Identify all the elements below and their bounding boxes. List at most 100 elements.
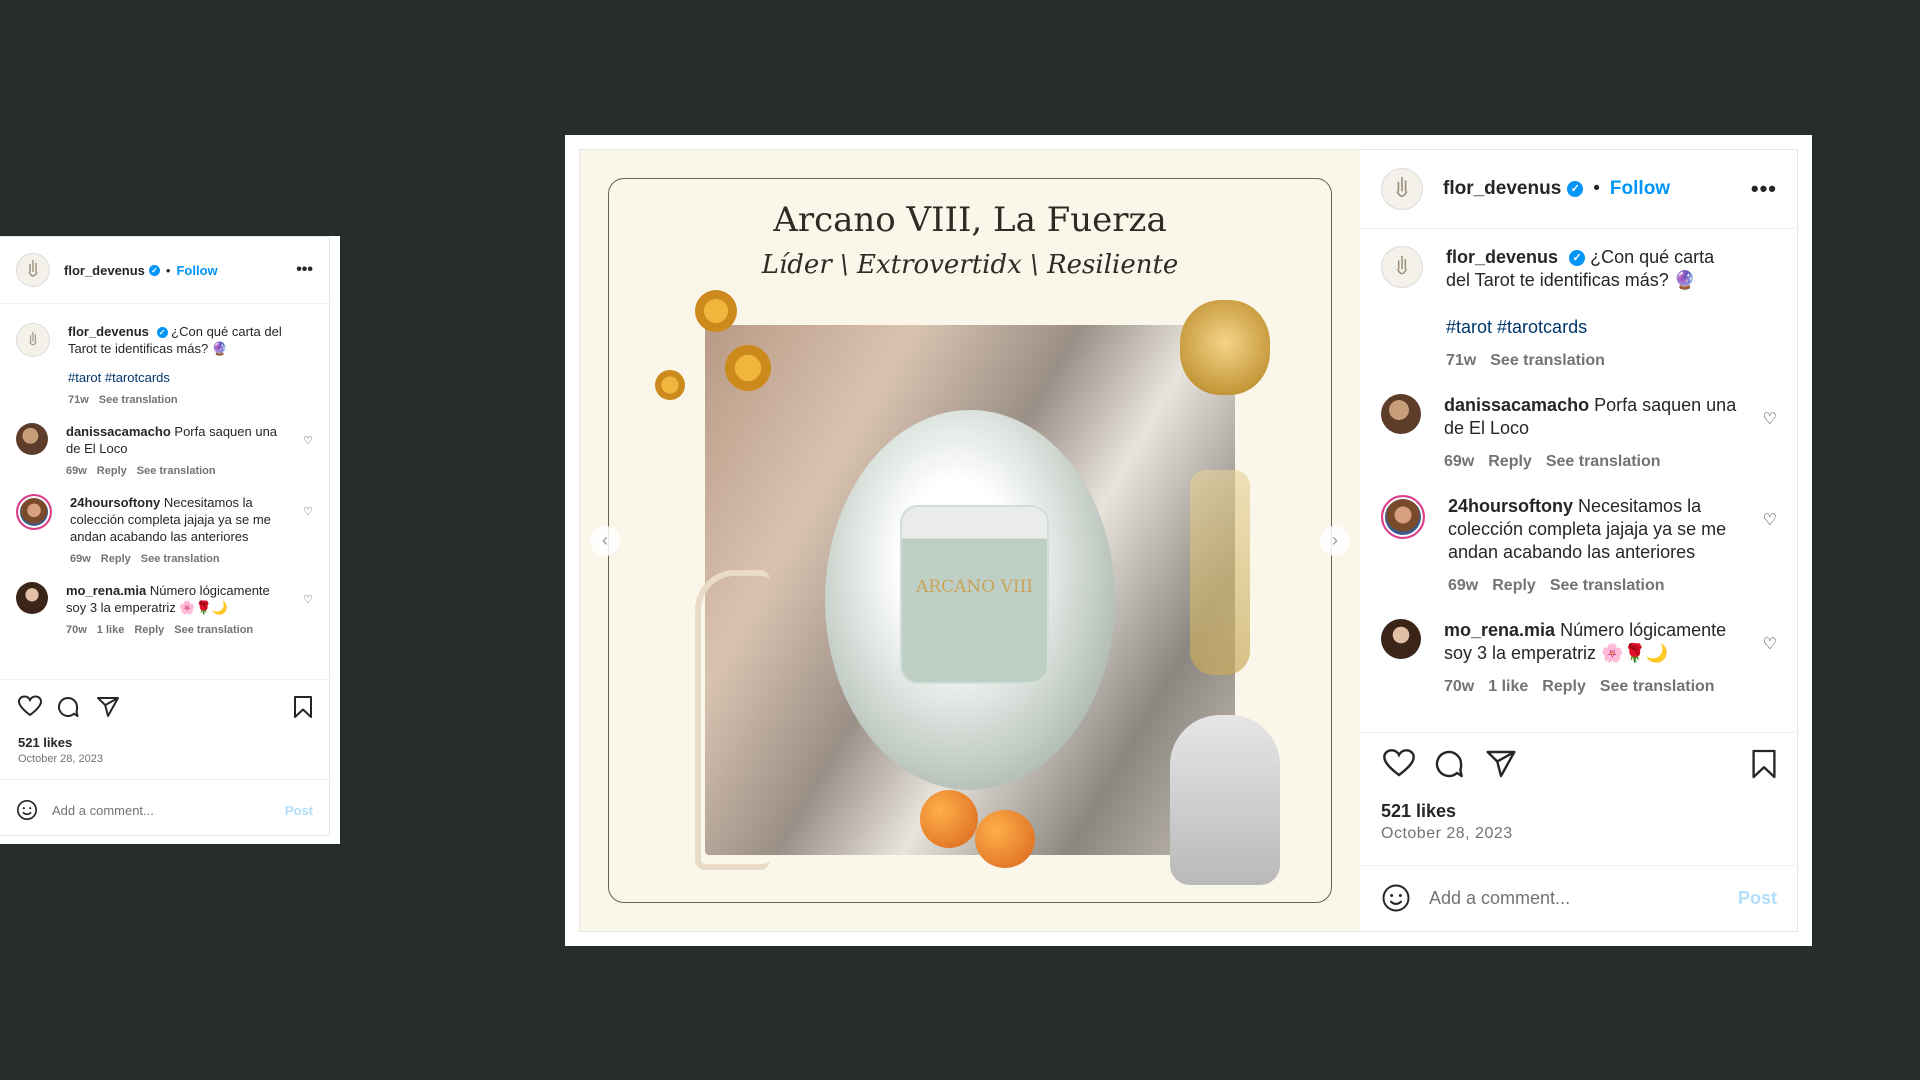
caption-username[interactable]: flor_devenus (1446, 247, 1558, 267)
see-translation-link[interactable]: See translation (99, 394, 178, 406)
verified-badge-icon: ✓ (1567, 181, 1584, 197)
chevron-left-icon[interactable]: ‹ (590, 526, 620, 556)
share-icon[interactable] (1485, 748, 1517, 780)
heart-icon[interactable] (1383, 748, 1415, 778)
username[interactable]: flor_devenus (64, 263, 145, 278)
hand-logo-icon (29, 332, 37, 346)
reply-button[interactable]: Reply (101, 553, 131, 565)
dandelion-image (695, 290, 737, 332)
more-options-icon[interactable]: ••• (296, 261, 313, 279)
comment-icon[interactable] (56, 695, 80, 719)
comment-username[interactable]: danissacamacho (66, 424, 171, 439)
comment-like-heart-icon[interactable]: ♡ (1763, 408, 1777, 431)
avatar[interactable] (16, 423, 48, 455)
follow-button[interactable]: Follow (1610, 178, 1670, 200)
add-comment-bar: Add a comment... Post (0, 783, 329, 837)
apricot-image (975, 810, 1035, 868)
see-translation-link[interactable]: See translation (137, 465, 216, 477)
art-subtitle: Líder \ Extrovertidx \ Resiliente (761, 250, 1179, 280)
comment-input[interactable]: Add a comment... (1429, 888, 1570, 909)
avatar[interactable] (16, 494, 52, 530)
comment-item: mo_rena.mia Número lógicamente soy 3 la … (16, 582, 313, 639)
reply-button[interactable]: Reply (1488, 453, 1532, 470)
more-options-icon[interactable]: ••• (1751, 176, 1777, 202)
comment-like-heart-icon[interactable]: ♡ (303, 504, 313, 521)
emoji-icon[interactable] (16, 799, 38, 821)
divider (0, 779, 329, 780)
comment-age: 69w (1448, 577, 1479, 594)
bookmark-icon[interactable] (293, 695, 313, 719)
avatar[interactable] (1381, 394, 1421, 434)
comment-username[interactable]: danissacamacho (1444, 395, 1589, 415)
glass-vase-image (1190, 470, 1250, 675)
avatar[interactable] (16, 253, 50, 287)
avatar[interactable] (1381, 619, 1421, 659)
likes-count[interactable]: 521 likes (1381, 801, 1456, 822)
avatar[interactable] (16, 582, 48, 614)
comment-username[interactable]: mo_rena.mia (66, 583, 146, 598)
divider (0, 303, 329, 304)
comment-like-heart-icon[interactable]: ♡ (1763, 509, 1777, 532)
follow-button[interactable]: Follow (176, 263, 217, 278)
see-translation-link[interactable]: See translation (1546, 453, 1661, 470)
see-translation-link[interactable]: See translation (1600, 678, 1715, 695)
post-button[interactable]: Post (285, 803, 313, 818)
caption-age: 71w (1446, 352, 1477, 369)
avatar[interactable] (1381, 168, 1423, 210)
post-date: October 28, 2023 (1381, 825, 1513, 842)
hand-logo-icon (1396, 256, 1408, 275)
chevron-right-icon[interactable]: › (1320, 526, 1350, 556)
reply-button[interactable]: Reply (134, 624, 164, 636)
comment-like-heart-icon[interactable]: ♡ (1763, 633, 1777, 656)
candle-jar-image: ARCANO VIII (900, 505, 1049, 684)
username[interactable]: flor_devenus (1443, 178, 1561, 200)
action-bar (16, 695, 313, 721)
avatar[interactable] (16, 323, 50, 357)
see-translation-link[interactable]: See translation (1550, 577, 1665, 594)
comment-item: 24hoursoftony Necesitamos la colección c… (1381, 495, 1777, 597)
see-translation-link[interactable]: See translation (141, 553, 220, 565)
comment-item: mo_rena.mia Número lógicamente soy 3 la … (1381, 619, 1777, 698)
comment-like-heart-icon[interactable]: ♡ (303, 592, 313, 609)
comment-item: danissacamacho Porfa saquen una de El Lo… (16, 423, 313, 480)
separator: • (165, 262, 171, 278)
comment-like-heart-icon[interactable]: ♡ (303, 433, 313, 450)
comment-icon[interactable] (1433, 748, 1465, 780)
bookmark-icon[interactable] (1751, 748, 1777, 780)
hashtags[interactable]: #tarot #tarotcards (1446, 316, 1743, 339)
verified-badge-icon: ✓ (156, 327, 168, 339)
comment-item: danissacamacho Porfa saquen una de El Lo… (1381, 394, 1777, 473)
reply-button[interactable]: Reply (1492, 577, 1536, 594)
emoji-icon[interactable] (1381, 883, 1411, 913)
comment-input[interactable]: Add a comment... (52, 803, 154, 818)
comment-age: 70w (1444, 678, 1475, 695)
post-sidebar: flor_devenus ✓ • Follow ••• flor_devenus… (1361, 150, 1797, 931)
hashtags[interactable]: #tarot #tarotcards (68, 369, 291, 386)
dandelion-image (725, 345, 771, 391)
comment-age: 69w (1444, 453, 1475, 470)
reply-button[interactable]: Reply (1542, 678, 1586, 695)
post-button[interactable]: Post (1738, 888, 1777, 909)
likes-count[interactable]: 521 likes (18, 735, 72, 750)
comments-list[interactable]: flor_devenus ✓ ¿Con qué carta del Tarot … (16, 323, 313, 677)
comment-likes-count[interactable]: 1 like (1488, 678, 1528, 695)
comment-username[interactable]: 24hoursoftony (1448, 496, 1573, 516)
see-translation-link[interactable]: See translation (174, 624, 253, 636)
comments-list[interactable]: flor_devenus ✓ ¿Con qué carta del Tarot … (1381, 246, 1777, 730)
avatar[interactable] (1381, 246, 1423, 288)
post-image[interactable]: Arcano VIII, La Fuerza Líder \ Extrovert… (580, 150, 1360, 931)
heart-icon[interactable] (18, 695, 42, 717)
post-header: flor_devenus ✓ • Follow ••• (1361, 150, 1797, 228)
comment-username[interactable]: mo_rena.mia (1444, 620, 1555, 640)
post-card-large: Arcano VIII, La Fuerza Líder \ Extrovert… (565, 135, 1812, 946)
verified-badge-icon: ✓ (148, 264, 160, 276)
comment-username[interactable]: 24hoursoftony (70, 495, 160, 510)
see-translation-link[interactable]: See translation (1490, 352, 1605, 369)
divider (0, 679, 329, 680)
caption-username[interactable]: flor_devenus (68, 324, 149, 339)
avatar[interactable] (1381, 495, 1425, 539)
harp-image (695, 570, 770, 870)
comment-likes-count[interactable]: 1 like (97, 624, 125, 636)
reply-button[interactable]: Reply (97, 465, 127, 477)
share-icon[interactable] (96, 695, 120, 719)
